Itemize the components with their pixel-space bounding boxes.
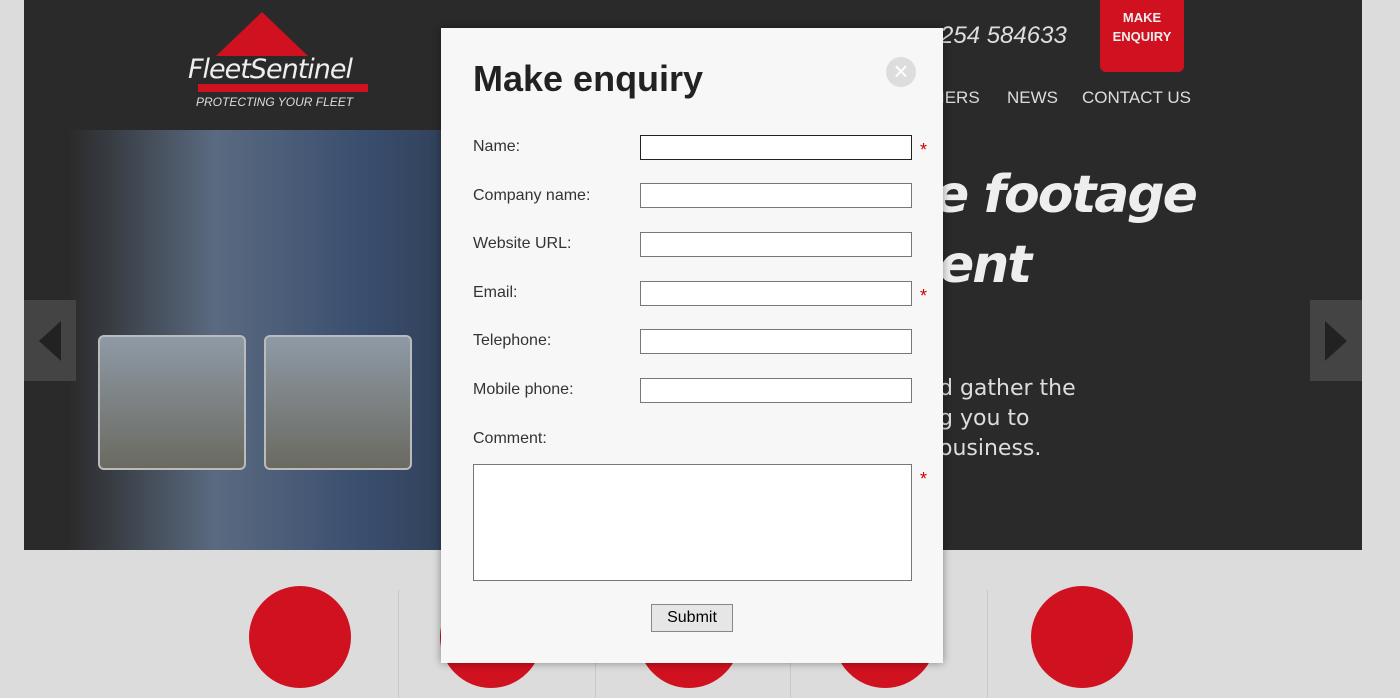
video-thumbnail[interactable] (98, 335, 246, 470)
required-mark: * (920, 469, 928, 489)
modal-title: Make enquiry (473, 58, 704, 99)
submit-button[interactable]: Submit (651, 604, 733, 632)
chevron-right-icon (1325, 320, 1347, 361)
make-enquiry-button[interactable]: MAKE ENQUIRY (1100, 0, 1184, 72)
logo[interactable]: FleetSentinel PROTECTING YOUR FLEET (188, 12, 388, 112)
video-thumbnail[interactable] (264, 335, 412, 470)
nav-item-contact[interactable]: CONTACT US (1082, 88, 1191, 108)
badge-line-1: MAKE (1122, 10, 1162, 25)
mobile-input[interactable] (640, 378, 912, 403)
tools-icon[interactable] (1031, 586, 1133, 688)
mobile-label: Mobile phone: (473, 381, 574, 398)
prev-slide-button[interactable] (24, 300, 76, 381)
website-label: Website URL: (473, 235, 572, 252)
hero-paragraph-2: g you to (939, 406, 1030, 431)
required-mark: * (920, 286, 928, 306)
close-icon[interactable]: × (886, 57, 916, 87)
telephone-input[interactable] (640, 329, 912, 354)
name-input[interactable] (640, 135, 912, 160)
logo-tagline: PROTECTING YOUR FLEET (196, 95, 354, 109)
logo-name: FleetSentinel (188, 54, 353, 85)
next-slide-button[interactable] (1310, 300, 1362, 381)
telephone-label: Telephone: (473, 332, 552, 349)
badge-line-2: ENQUIRY (1112, 29, 1172, 44)
chevron-left-icon (39, 320, 61, 361)
lock-icon[interactable] (249, 586, 351, 688)
hero-headline-2: ent (939, 235, 1032, 295)
email-label: Email: (473, 284, 518, 301)
hero-image (68, 130, 488, 550)
name-label: Name: (473, 138, 521, 155)
phone-number: 254 584633 (940, 22, 1067, 49)
hero-paragraph-3: ousiness. (939, 436, 1042, 461)
nav-item-partners[interactable]: IERS (940, 88, 980, 108)
logo-triangle-icon (216, 12, 308, 56)
company-label: Company name: (473, 187, 591, 204)
email-input[interactable] (640, 281, 912, 306)
comment-label: Comment: (473, 430, 547, 447)
comment-textarea[interactable] (473, 464, 912, 581)
hero-headline-1: e footage (934, 165, 1198, 225)
enquiry-modal: Make enquiry × Name: * Company name: Web… (441, 28, 943, 663)
nav-item-news[interactable]: NEWS (1007, 88, 1058, 108)
website-input[interactable] (640, 232, 912, 257)
company-input[interactable] (640, 183, 912, 208)
hero-paragraph-1: d gather the (939, 376, 1076, 401)
required-mark: * (920, 140, 928, 160)
